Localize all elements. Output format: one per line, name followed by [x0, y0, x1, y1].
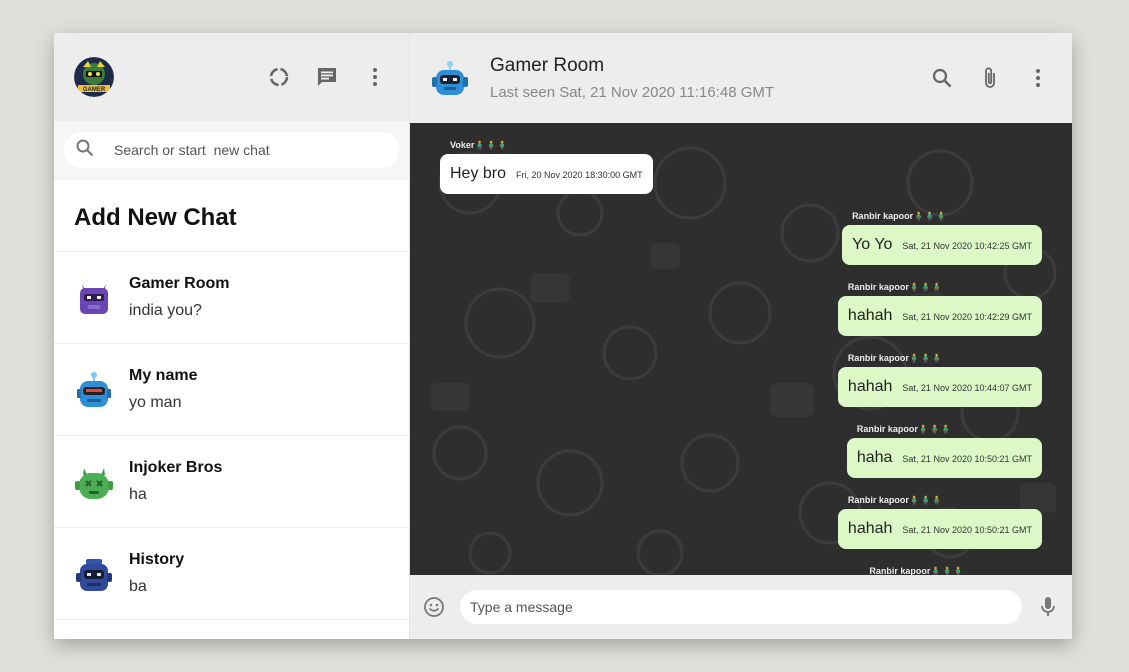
chat-title: Gamer Room — [490, 55, 605, 76]
chat-name: History — [129, 551, 185, 568]
message-bubble[interactable]: Yo Yo Sat, 21 Nov 2020 10:42:25 GMT — [842, 225, 1042, 265]
message-text: Hey bro — [450, 165, 507, 182]
status-icon[interactable] — [265, 63, 293, 91]
message-sender: Ranbir kapoor🧍‍♂️🧍‍♂️🧍‍♂️ — [852, 211, 947, 221]
message-sender: Ranbir kapoor🧍‍♂️🧍‍♂️🧍‍♂️ — [856, 424, 952, 434]
message-timestamp: Sat, 21 Nov 2020 10:42:25 GMT — [902, 241, 1032, 251]
chat-menu-icon[interactable] — [1024, 64, 1052, 92]
search-icon[interactable] — [928, 64, 956, 92]
navy-robot-avatar — [74, 554, 114, 594]
chat-last-message: india you? — [129, 302, 202, 319]
svg-text:GAMER: GAMER — [83, 87, 106, 93]
message: Ranbir kapoor🧍‍♂️🧍‍♂️🧍‍♂️ hahah Sat, 21 … — [837, 353, 1042, 407]
message-timestamp: Sat, 21 Nov 2020 10:44:07 GMT — [902, 383, 1032, 393]
chat-name: My name — [129, 367, 198, 384]
message: Voker🧍‍♂️🧍‍♂️🧍‍♂️ Hey bro Fri, 20 Nov 20… — [440, 140, 653, 194]
search-icon — [76, 139, 94, 162]
message-timestamp: Sat, 21 Nov 2020 10:50:21 GMT — [902, 525, 1032, 535]
message: Ranbir kapoor🧍‍♂️🧍‍♂️🧍‍♂️ haha Sat, 21 N… — [846, 424, 1042, 478]
whatsapp-clone-window: GAMER Search or start new chat Add New C… — [54, 33, 1072, 639]
message-text: hahah — [847, 307, 893, 324]
user-avatar[interactable]: GAMER — [74, 57, 114, 97]
sidebar-header: GAMER — [54, 33, 409, 121]
message-bubble[interactable]: hahah Sat, 21 Nov 2020 10:50:21 GMT — [837, 509, 1042, 549]
message-sender: Ranbir kapoor🧍‍♂️🧍‍♂️🧍‍♂️ — [847, 353, 943, 363]
chat-item-gamer-room[interactable]: Gamer Room india you? — [54, 252, 409, 344]
search-container — [54, 121, 409, 180]
chat-list: Gamer Room india you? My name yo man Inj… — [54, 252, 409, 639]
message-text: hahah — [847, 520, 893, 537]
sidebar: GAMER Search or start new chat Add New C… — [54, 33, 410, 639]
chat-last-message: yo man — [129, 394, 182, 411]
new-chat-icon[interactable] — [313, 63, 341, 91]
message-bubble[interactable]: hahah Sat, 21 Nov 2020 10:42:29 GMT — [837, 296, 1042, 336]
composer-bar — [410, 575, 1072, 639]
microphone-icon[interactable] — [1034, 593, 1062, 621]
message: Ranbir kapoor🧍‍♂️🧍‍♂️🧍‍♂️ — [859, 566, 964, 575]
chat-last-message: ha — [129, 486, 147, 503]
message-text: Yo Yo — [852, 236, 893, 253]
message-sender: Voker🧍‍♂️🧍‍♂️🧍‍♂️ — [450, 140, 508, 150]
attach-icon[interactable] — [976, 64, 1004, 92]
message-bubble[interactable]: Hey bro Fri, 20 Nov 2020 18:30:00 GMT — [440, 154, 653, 194]
chat-item-history[interactable]: History ba — [54, 528, 409, 620]
message-timestamp: Fri, 20 Nov 2020 18:30:00 GMT — [516, 170, 643, 180]
chat-name: Gamer Room — [129, 275, 230, 292]
last-seen-text: Last seen Sat, 21 Nov 2020 11:16:48 GMT — [490, 84, 775, 101]
message: Ranbir kapoor🧍‍♂️🧍‍♂️🧍‍♂️ hahah Sat, 21 … — [837, 495, 1042, 549]
message-area[interactable]: Voker🧍‍♂️🧍‍♂️🧍‍♂️ Hey bro Fri, 20 Nov 20… — [410, 123, 1072, 575]
chat-last-message: ba — [129, 578, 147, 595]
chat-panel: Gamer Room Last seen Sat, 21 Nov 2020 11… — [410, 33, 1072, 639]
chat-item-injoker-bros[interactable]: Injoker Bros ha — [54, 436, 409, 528]
search-input[interactable] — [114, 142, 354, 158]
message-timestamp: Sat, 21 Nov 2020 10:42:29 GMT — [902, 312, 1032, 322]
message: Ranbir kapoor🧍‍♂️🧍‍♂️🧍‍♂️ hahah Sat, 21 … — [837, 282, 1042, 336]
message-sender: Ranbir kapoor🧍‍♂️🧍‍♂️🧍‍♂️ — [847, 282, 943, 292]
emoji-icon[interactable] — [420, 593, 448, 621]
message-sender: Ranbir kapoor🧍‍♂️🧍‍♂️🧍‍♂️ — [869, 566, 964, 575]
message-bubble[interactable]: haha Sat, 21 Nov 2020 10:50:21 GMT — [846, 438, 1042, 478]
message-sender: Ranbir kapoor🧍‍♂️🧍‍♂️🧍‍♂️ — [847, 495, 943, 505]
green-robot-avatar — [74, 462, 114, 502]
sidebar-menu-icon[interactable] — [361, 63, 389, 91]
chat-name: Injoker Bros — [129, 459, 223, 476]
chat-avatar[interactable] — [430, 58, 470, 98]
chat-header: Gamer Room Last seen Sat, 21 Nov 2020 11… — [410, 33, 1072, 123]
purple-robot-avatar — [74, 278, 114, 318]
blue-robot-avatar — [74, 370, 114, 410]
message-text: hahah — [847, 378, 893, 395]
message-bubble[interactable]: hahah Sat, 21 Nov 2020 10:44:07 GMT — [837, 367, 1042, 407]
chat-item-my-name[interactable]: My name yo man — [54, 344, 409, 436]
add-new-chat-button[interactable]: Add New Chat — [54, 180, 409, 252]
search-box — [64, 132, 399, 168]
message-timestamp: Sat, 21 Nov 2020 10:50:21 GMT — [902, 454, 1032, 464]
message-text: haha — [856, 449, 893, 466]
message: Ranbir kapoor🧍‍♂️🧍‍♂️🧍‍♂️ Yo Yo Sat, 21 … — [842, 211, 1042, 265]
message-input[interactable] — [460, 590, 1022, 624]
